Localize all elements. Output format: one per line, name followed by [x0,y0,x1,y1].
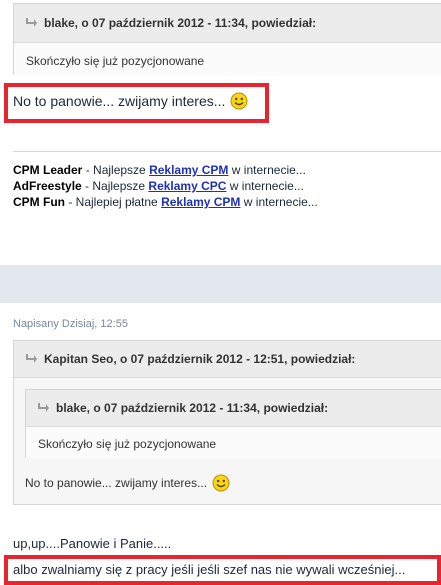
quote-block: blake, o 07 październik 2012 - 11:34, po… [13,3,441,76]
ad-link[interactable]: Reklamy CPM [149,163,228,177]
post-message: No to panowie... zwijamy interes... [13,93,226,109]
quote-text: No to panowie... zwijamy interes... [25,474,325,492]
post-message: albo zwalniamy się z pracy jeśli jeśli s… [13,562,406,577]
signature-line: CPM Fun - Najlepiej płatne Reklamy CPM w… [13,195,318,209]
quote-header: blake, o 07 październik 2012 - 11:34, po… [26,390,441,427]
ad-link[interactable]: Reklamy CPC [148,179,226,193]
quote-text: Skończyło się już pozycjonowane [14,43,441,76]
quote-header: Kapitan Seo, o 07 październik 2012 - 12:… [14,341,441,378]
quote-author: blake, o 07 październik 2012 - 11:34, po… [44,16,317,30]
signature-site: CPM Fun [13,195,65,209]
post-separator [0,265,441,303]
quote-arrow-icon [26,354,37,363]
quote-author: Kapitan Seo, o 07 październik 2012 - 12:… [44,352,356,366]
quote-message: No to panowie... zwijamy interes... [25,476,208,490]
ad-link[interactable]: Reklamy CPM [161,195,240,209]
smiley-icon [212,474,230,492]
smiley-icon [230,92,248,110]
signature-divider [13,151,441,152]
signature-site: AdFreestyle [13,179,82,193]
signature-line: AdFreestyle - Najlepsze Reklamy CPC w in… [13,179,304,193]
post-message: up,up....Panowie i Panie..... [13,536,172,551]
quote-arrow-icon [26,18,37,27]
signature: CPM Leader - Najlepsze Reklamy CPM w int… [13,162,433,210]
quote-header: blake, o 07 październik 2012 - 11:34, po… [14,4,441,43]
quote-author: blake, o 07 październik 2012 - 11:34, po… [56,401,329,415]
quote-arrow-icon [38,403,49,412]
signature-site: CPM Leader [13,163,83,177]
quote-text: Skończyło się już pozycjonowane [26,427,441,458]
quote-block-inner: blake, o 07 październik 2012 - 11:34, po… [25,389,441,458]
post-text: No to panowie... zwijamy interes... [13,92,263,110]
signature-line: CPM Leader - Najlepsze Reklamy CPM w int… [13,163,306,177]
post-date: Napisany Dzisiaj, 12:55 [13,318,128,330]
